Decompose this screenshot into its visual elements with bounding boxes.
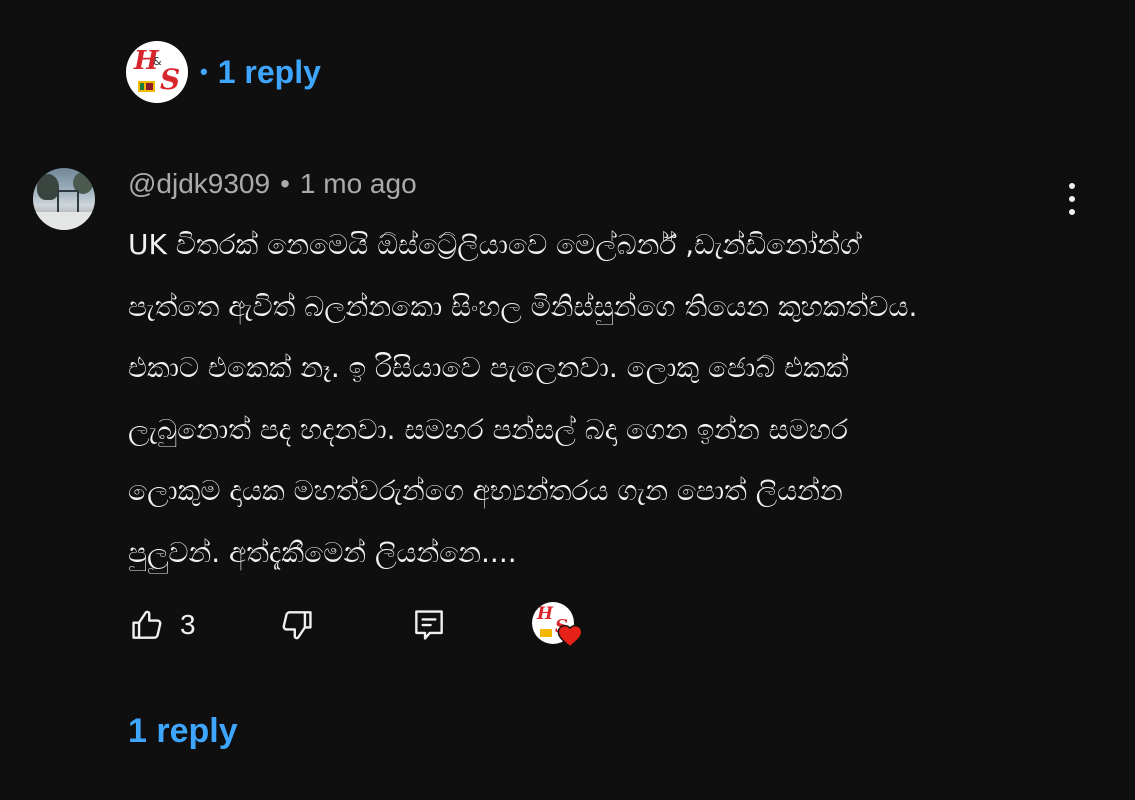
creator-heart-icon [557,624,583,648]
avatar-ground-shape [33,212,95,230]
comment-action-bar: 3 H S [128,600,588,650]
comment-line: පුලුවන්. අත්දැකීමෙන් ලියන්නෙ.... [128,535,517,569]
like-count: 3 [180,609,196,640]
thumb-down-icon [282,611,312,640]
flag-icon [138,81,155,92]
more-vert-icon-dot [1069,196,1075,202]
comment-line: UK විතරක් නෙමෙයි ඕස්ට්‍රේලියාවෙ මෙල්බර්න… [128,228,860,261]
reply-button[interactable] [410,606,532,644]
meta-separator: • [280,168,290,199]
avatar-structure-shape [57,190,79,214]
top-reply-link[interactable]: • 1 reply [200,54,321,91]
comment-line: පැත්තෙ ඇවිත් බලන්නකො සිංහල මිනිස්සුන්ගෙ … [128,289,918,323]
more-vert-icon [1069,183,1075,189]
comment-reply-icon [415,610,443,640]
comment-timestamp: 1 mo ago [299,168,417,199]
top-reply-label: 1 reply [217,53,321,90]
logo-h-mark: H [537,604,554,624]
comment-header: @djdk9309 • 1 mo ago [128,168,417,200]
dislike-button[interactable] [278,606,410,644]
user-avatar[interactable] [33,168,95,230]
replies-link[interactable]: 1 reply [128,712,238,751]
like-button[interactable]: 3 [128,606,278,644]
author-handle[interactable]: @djdk9309 [128,168,270,200]
creator-heart-badge[interactable]: H S [532,600,588,650]
logo-s-mark: S [160,63,181,96]
comment-line: එකාට එකෙක් නෑ. ඉ රිසියාවෙ පැලෙනවා. ලොකු … [128,351,849,384]
avatar-tree-shape [37,174,59,200]
flag-icon [540,629,552,637]
thumb-up-icon [132,610,162,639]
bullet-separator: • [200,59,208,84]
comment-line: ලැබුනොත් පද හදනවා. සමහර පන්සල් බදා ගෙන ඉ… [128,412,848,446]
creator-avatar[interactable]: H & S [126,41,188,103]
top-reply-strip: H & S • 1 reply [126,40,321,104]
comment-line: ලොකුම දායක මහත්වරුන්ගෙ අභ්‍යන්තරය ගැන පො… [128,474,843,507]
comment-body: UK විතරක් නෙමෙයි ඕස්ට්‍රේලියාවෙ මෙල්බර්න… [128,214,1088,583]
